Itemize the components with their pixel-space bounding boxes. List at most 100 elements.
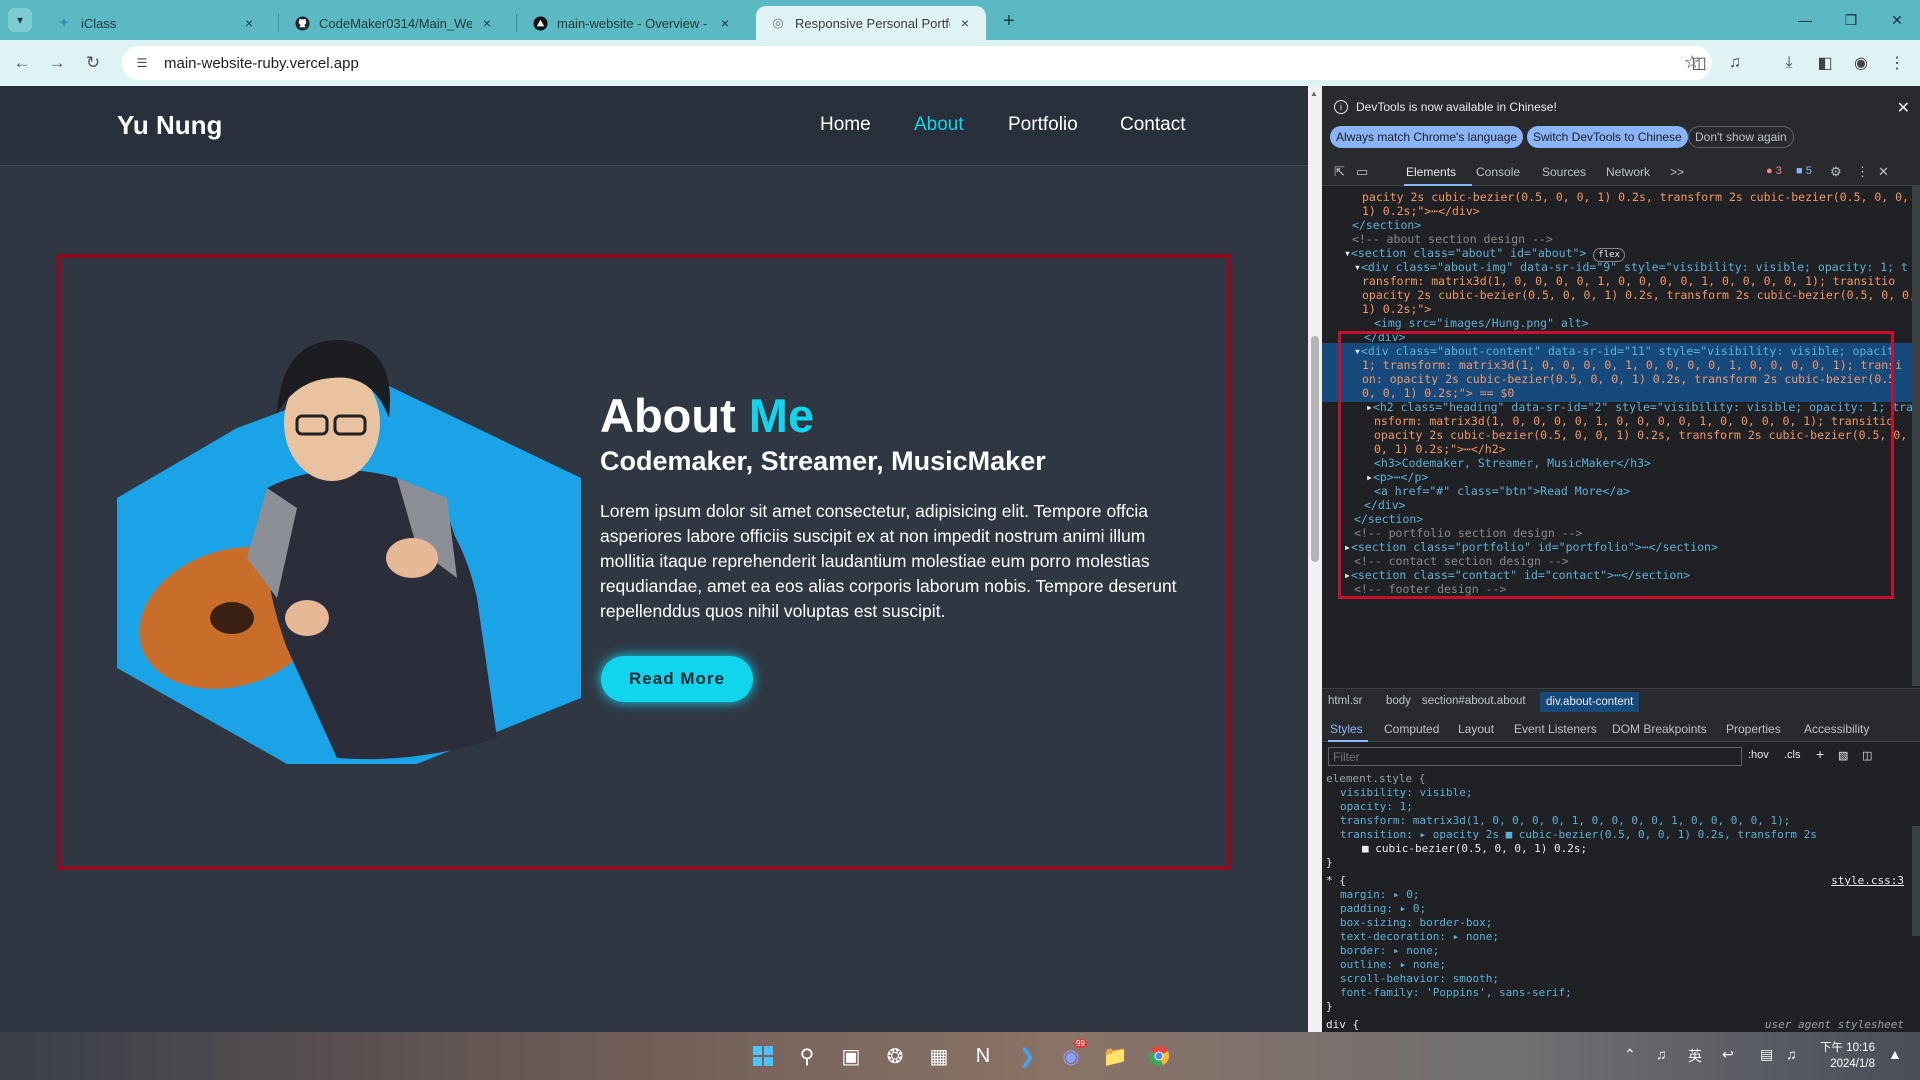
windows-start-icon[interactable]	[748, 1041, 778, 1071]
nav-portfolio[interactable]: Portfolio	[1008, 114, 1078, 136]
tab-event-listeners[interactable]: Event Listeners	[1514, 722, 1597, 736]
extensions-icon[interactable]: ◫	[1688, 52, 1710, 74]
breadcrumb-section[interactable]: section#about.about	[1422, 695, 1526, 707]
close-devtools-icon[interactable]: ✕	[1878, 164, 1889, 180]
toggle-sidebar-icon[interactable]: ◫	[1862, 749, 1872, 762]
tab-github[interactable]: CodeMaker0314/Main_Webs ×	[280, 6, 508, 40]
tab-network[interactable]: Network	[1606, 165, 1650, 179]
url-text[interactable]: main-website-ruby.vercel.app	[164, 55, 359, 72]
class-toggle[interactable]: .cls	[1784, 749, 1801, 761]
profile-avatar-icon[interactable]: ◉	[1850, 52, 1872, 74]
notification-icon[interactable]: ▲	[1888, 1046, 1902, 1062]
minimize-icon[interactable]: —	[1782, 6, 1828, 34]
new-tab-button[interactable]: +	[996, 8, 1022, 34]
close-tab-icon[interactable]: ×	[240, 15, 258, 31]
restore-icon[interactable]: ❐	[1828, 6, 1874, 34]
task-view-icon[interactable]: ▣	[836, 1041, 866, 1071]
tab-elements[interactable]: Elements	[1406, 165, 1456, 179]
tab-layout[interactable]: Layout	[1458, 722, 1494, 736]
style-declaration[interactable]: border: ▸ none;	[1322, 944, 1912, 958]
tab-styles[interactable]: Styles	[1330, 722, 1363, 736]
style-declaration[interactable]: outline: ▸ none;	[1322, 958, 1912, 972]
styles-pane[interactable]: element.style { visibility: visible; opa…	[1322, 770, 1912, 1032]
input-method-indicator[interactable]: 英	[1688, 1046, 1702, 1066]
style-declaration[interactable]: ■ cubic-bezier(0.5, 0, 0, 1) 0.2s;	[1322, 842, 1912, 856]
show-hidden-icons-icon[interactable]: ⌃	[1624, 1046, 1636, 1063]
page-scrollbar[interactable]: ▲	[1308, 86, 1322, 1032]
settings-gear-icon[interactable]: ⚙	[1830, 164, 1842, 180]
tab-console[interactable]: Console	[1476, 165, 1520, 179]
style-declaration[interactable]: margin: ▸ 0;	[1322, 888, 1912, 902]
expand-arrow-icon[interactable]: ▾	[1354, 260, 1361, 274]
side-panel-icon[interactable]: ◧	[1814, 52, 1836, 74]
elements-tree[interactable]: pacity 2s cubic-bezier(0.5, 0, 0, 1) 0.2…	[1322, 186, 1912, 688]
tab-sources[interactable]: Sources	[1542, 165, 1586, 179]
network-icon[interactable]: ▤	[1760, 1046, 1773, 1063]
switch-chinese-button[interactable]: Switch DevTools to Chinese	[1527, 126, 1688, 148]
style-declaration[interactable]: scroll-behavior: smooth;	[1322, 972, 1912, 986]
message-count[interactable]: ■ 5	[1796, 165, 1812, 177]
reload-icon[interactable]: ↻	[79, 49, 107, 77]
close-window-icon[interactable]: ✕	[1874, 6, 1920, 34]
media-controls-icon[interactable]: ♫	[1724, 52, 1746, 74]
store-icon[interactable]: ▦	[924, 1041, 954, 1071]
close-tab-icon[interactable]: ×	[716, 15, 734, 31]
expand-arrow-icon[interactable]: ▾	[1344, 246, 1351, 260]
vscode-icon[interactable]: ❯	[1012, 1041, 1042, 1071]
close-tab-icon[interactable]: ×	[478, 15, 496, 31]
file-explorer-icon[interactable]: 📁	[1100, 1041, 1130, 1071]
browser-menu-icon[interactable]: ⋮	[1886, 52, 1908, 74]
read-more-button[interactable]: Read More	[601, 656, 753, 702]
paint-bucket-icon[interactable]: ▧	[1838, 749, 1848, 762]
tab-dom-breakpoints[interactable]: DOM Breakpoints	[1612, 722, 1707, 736]
discord-icon[interactable]: ◉ 99	[1056, 1039, 1087, 1071]
devtools-menu-icon[interactable]: ⋮	[1856, 164, 1869, 180]
tab-portfolio-active[interactable]: ◎ Responsive Personal Portfolic ×	[756, 6, 986, 40]
notion-icon[interactable]: N	[968, 1041, 998, 1071]
styles-scrollbar[interactable]	[1912, 826, 1920, 936]
volume-icon[interactable]: ♫	[1786, 1046, 1797, 1062]
scroll-up-arrow-icon[interactable]: ▲	[1310, 89, 1318, 98]
ime-mode-icon[interactable]: ↩	[1722, 1046, 1734, 1063]
breadcrumb-div[interactable]: div.about-content	[1540, 692, 1640, 712]
scrollbar-thumb[interactable]	[1311, 336, 1319, 562]
style-declaration[interactable]: transform: matrix3d(1, 0, 0, 0, 0, 1, 0,…	[1322, 814, 1912, 828]
nav-contact[interactable]: Contact	[1120, 114, 1185, 136]
chrome-icon[interactable]	[1144, 1041, 1174, 1071]
tab-vercel[interactable]: main-website - Overview - Ve ×	[518, 6, 746, 40]
back-arrow-icon[interactable]: ←	[8, 49, 36, 77]
close-banner-icon[interactable]: ✕	[1897, 98, 1910, 118]
stylesheet-source-link[interactable]: style.css:3	[1831, 874, 1904, 887]
system-clock[interactable]: 下午 10:16 2024/1/8	[1820, 1040, 1875, 1072]
breadcrumb-html[interactable]: html.sr	[1328, 695, 1363, 707]
styles-filter-input[interactable]	[1328, 747, 1742, 766]
search-icon[interactable]: ⚲	[792, 1041, 822, 1071]
copilot-icon[interactable]: ❂	[880, 1041, 910, 1071]
device-toolbar-icon[interactable]: ▭	[1356, 164, 1368, 180]
site-settings-icon[interactable]: ☰	[132, 53, 152, 73]
tab-accessibility[interactable]: Accessibility	[1804, 722, 1869, 736]
match-language-button[interactable]: Always match Chrome's language	[1330, 126, 1524, 148]
new-rule-icon[interactable]: +	[1816, 746, 1824, 762]
site-logo[interactable]: Yu Nung	[117, 110, 222, 141]
style-declaration[interactable]: text-decoration: ▸ none;	[1322, 930, 1912, 944]
style-declaration[interactable]: box-sizing: border-box;	[1322, 916, 1912, 930]
style-declaration[interactable]: font-family: 'Poppins', sans-serif;	[1322, 986, 1912, 1000]
download-icon[interactable]: ⤓	[1778, 52, 1800, 74]
style-declaration[interactable]: opacity: 1;	[1322, 800, 1912, 814]
elements-scrollbar[interactable]	[1912, 186, 1920, 686]
microphone-icon[interactable]: ♫	[1656, 1046, 1667, 1062]
close-tab-icon[interactable]: ×	[956, 15, 974, 31]
error-count[interactable]: ● 3	[1766, 165, 1782, 177]
hover-state-toggle[interactable]: :hov	[1748, 749, 1769, 761]
tab-properties[interactable]: Properties	[1726, 722, 1781, 736]
nav-home[interactable]: Home	[820, 114, 871, 136]
tab-search-button[interactable]: ▾	[8, 8, 32, 32]
forward-arrow-icon[interactable]: →	[43, 49, 71, 77]
breadcrumb-body[interactable]: body	[1386, 695, 1411, 707]
nav-about[interactable]: About	[914, 114, 964, 136]
style-declaration[interactable]: visibility: visible;	[1322, 786, 1912, 800]
more-tabs-button[interactable]: >>	[1670, 165, 1684, 179]
dont-show-again-button[interactable]: Don't show again	[1688, 126, 1794, 148]
inspect-element-icon[interactable]: ⇱	[1334, 164, 1345, 180]
